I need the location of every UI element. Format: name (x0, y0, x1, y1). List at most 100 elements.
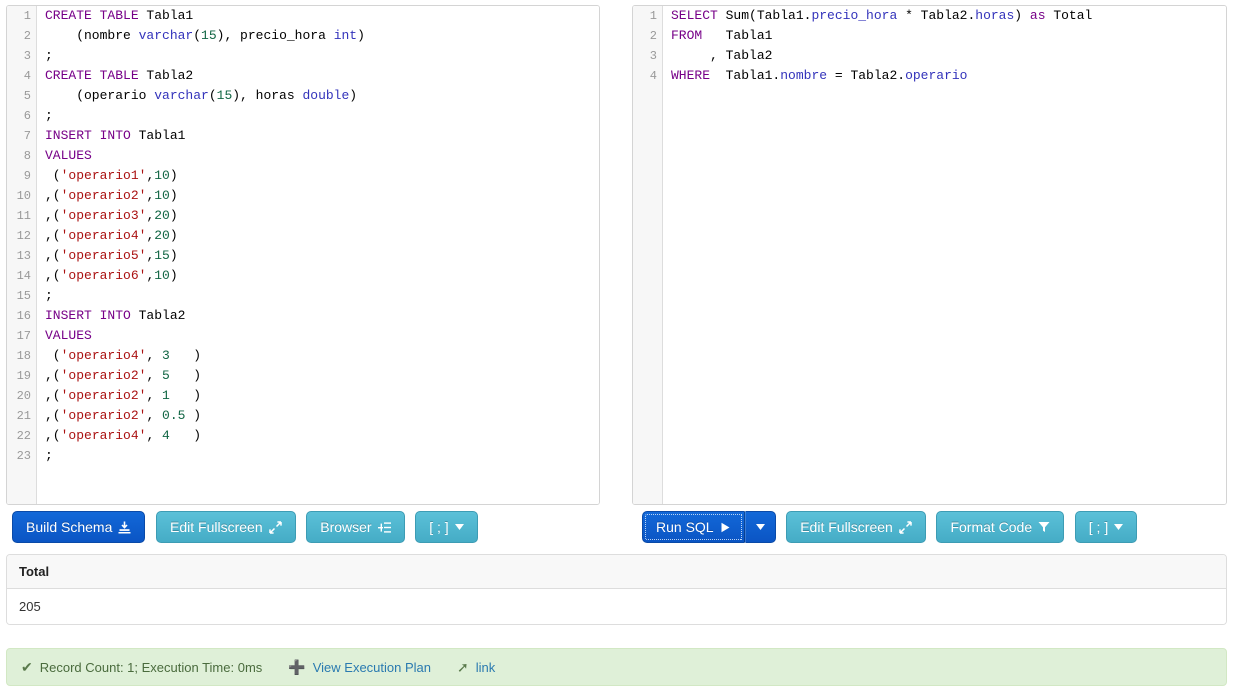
query-line-numbers: 1 2 3 4 (633, 6, 663, 504)
record-count-text: Record Count: 1; Execution Time: 0ms (39, 659, 263, 675)
code-line: ,('operario2', 5 ) (45, 366, 599, 386)
code-line: ,('operario6',10) (45, 266, 599, 286)
code-token: ) (1014, 8, 1030, 23)
schema-toolbar: Build Schema Edit Fullscreen Browser [;… (12, 511, 485, 543)
code-line: INSERT INTO Tabla2 (45, 306, 599, 326)
code-token: ) (349, 88, 358, 103)
line-number: 3 (649, 49, 657, 63)
schema-edit-fullscreen-button[interactable]: Edit Fullscreen (156, 511, 296, 543)
code-token: 'operario2' (60, 408, 147, 423)
code-token: ) (357, 28, 365, 43)
code-token: INSERT INTO (45, 308, 139, 323)
code-token: ), precio_hora (216, 28, 334, 43)
code-token: ( (208, 88, 217, 103)
code-line: ; (45, 106, 599, 126)
code-line: ,('operario2', 1 ) (45, 386, 599, 406)
code-token: ) (169, 268, 178, 283)
code-line: ,('operario5',15) (45, 246, 599, 266)
code-line: ; (45, 46, 599, 66)
line-number: 16 (16, 309, 31, 323)
run-sql-button[interactable]: Run SQL (642, 511, 745, 543)
code-token: CREATE TABLE (45, 68, 147, 83)
code-token: ,( (45, 388, 61, 403)
schema-terminator-button[interactable]: [ ; ] (415, 511, 478, 543)
query-terminator-button[interactable]: [ ; ] (1074, 511, 1138, 543)
editor-panels: 1 2 3 4 5 6 7 8 9 10 11 12 13 14 15 16 17 18 19 20 21 22 23 CR… (0, 0, 1233, 506)
code-token: Tabla1. (710, 68, 781, 83)
code-line: ,('operario3',20) (45, 206, 599, 226)
code-token: VALUES (45, 148, 92, 163)
code-token: horas (975, 8, 1015, 23)
code-token: ) (169, 388, 202, 403)
code-token: 'operario1' (60, 168, 147, 183)
import-icon (118, 521, 131, 534)
view-execution-plan-action[interactable]: ➕ View Execution Plan (288, 659, 431, 676)
share-link[interactable]: link (476, 660, 496, 675)
code-token: ) (169, 208, 178, 223)
run-sql-dropdown-button[interactable] (744, 511, 776, 543)
code-line: , Tabla2 (671, 46, 1226, 66)
indent-list-icon (377, 521, 391, 534)
code-token: 5 (162, 368, 170, 383)
code-token: (nombre (45, 28, 139, 43)
code-line: ,('operario2', 0.5 ) (45, 406, 599, 426)
query-toolbar: Run SQL Edit Fullscreen Format Code [; … (642, 511, 1144, 543)
schema-codemirror[interactable]: 1 2 3 4 5 6 7 8 9 10 11 12 13 14 15 16 17 18 19 20 21 22 23 CR… (7, 6, 599, 504)
code-token: 'operario3' (60, 208, 147, 223)
code-token: varchar (154, 88, 209, 103)
code-token: , Tabla2 (671, 48, 773, 63)
schema-editor-panel[interactable]: 1 2 3 4 5 6 7 8 9 10 11 12 13 14 15 16 17 18 19 20 21 22 23 CR… (6, 5, 600, 505)
results-cell: 205 (7, 588, 1226, 624)
code-token: 'operario2' (60, 388, 147, 403)
schema-code-area[interactable]: CREATE TABLE Tabla1 (nombre varchar(15),… (38, 6, 599, 504)
line-number: 23 (16, 449, 31, 463)
line-number: 4 (649, 69, 657, 83)
code-token: 'operario4' (60, 348, 147, 363)
run-sql-split-button[interactable]: Run SQL (642, 511, 776, 543)
query-code-area[interactable]: SELECT Sum(Tabla1.precio_hora * Tabla2.h… (664, 6, 1226, 504)
schema-edit-fullscreen-label: Edit Fullscreen (170, 519, 263, 535)
expand-arrows-icon (899, 520, 912, 534)
code-token: 'operario4' (60, 228, 147, 243)
code-line: INSERT INTO Tabla1 (45, 126, 599, 146)
code-line: WHERE Tabla1.nombre = Tabla2.operario (671, 66, 1226, 86)
line-number: 20 (16, 389, 31, 403)
view-execution-plan-link[interactable]: View Execution Plan (313, 660, 431, 675)
caret-down-icon (454, 524, 464, 530)
code-token: ; (45, 448, 53, 463)
code-token: 20 (154, 208, 170, 223)
code-token: Tabla1 (702, 28, 773, 43)
code-token: ,( (45, 248, 61, 263)
results-header-row: Total (7, 555, 1226, 589)
code-line: ,('operario2',10) (45, 186, 599, 206)
code-line: CREATE TABLE Tabla1 (45, 6, 599, 26)
results-table-body: 205 (7, 588, 1226, 624)
code-line: ('operario4', 3 ) (45, 346, 599, 366)
code-token: 'operario2' (60, 368, 147, 383)
code-token: VALUES (45, 328, 92, 343)
browser-button[interactable]: Browser (306, 511, 405, 543)
code-token: FROM (671, 28, 703, 43)
code-token: Sum(Tabla1. (725, 8, 812, 23)
line-number: 22 (16, 429, 31, 443)
code-token: Tabla2 (138, 308, 186, 323)
share-link-action[interactable]: ➚ link (457, 659, 495, 676)
results-table-container: Total 205 (6, 554, 1227, 625)
code-token: , (146, 348, 163, 363)
query-editor-panel[interactable]: 1 2 3 4 SELECT Sum(Tabla1.precio_hora * Tab… (632, 5, 1227, 505)
schema-terminator-label: [ ; ] (429, 519, 449, 535)
code-token: Tabla2 (146, 68, 194, 83)
format-code-label: Format Code (950, 519, 1033, 535)
line-number: 2 (23, 29, 31, 43)
code-token: , (146, 408, 163, 423)
query-codemirror[interactable]: 1 2 3 4 SELECT Sum(Tabla1.precio_hora * Tab… (633, 6, 1226, 504)
code-token: ( (193, 28, 202, 43)
format-code-button[interactable]: Format Code (936, 511, 1065, 543)
build-schema-button[interactable]: Build Schema (12, 511, 146, 543)
code-token: ,( (45, 228, 61, 243)
build-schema-label: Build Schema (26, 519, 113, 535)
line-number: 18 (16, 349, 31, 363)
table-row: 205 (7, 588, 1226, 624)
query-edit-fullscreen-button[interactable]: Edit Fullscreen (786, 511, 926, 543)
code-token: ) (169, 168, 178, 183)
